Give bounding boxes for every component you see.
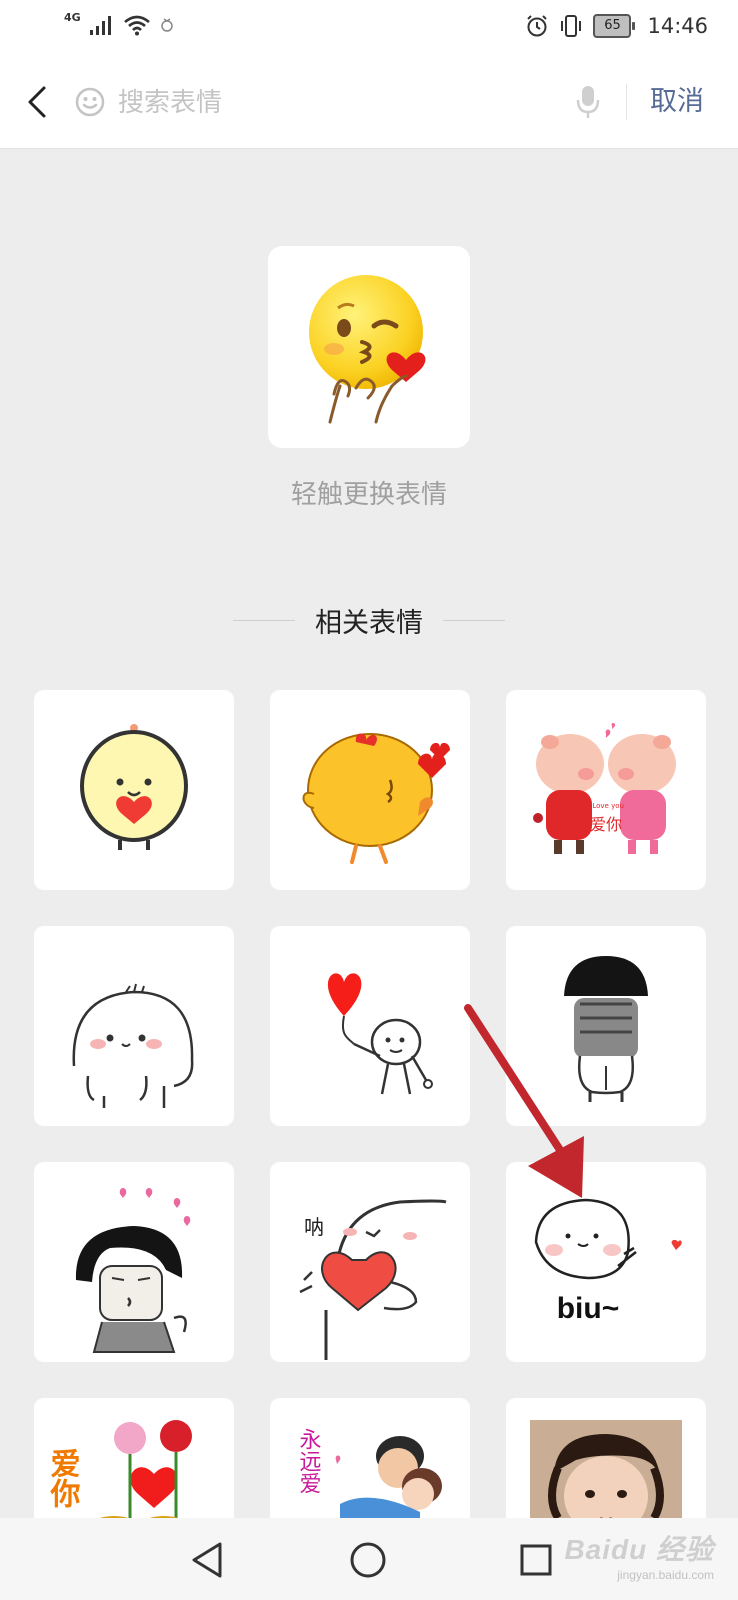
bun-heart-sticker: 呐 [299,1199,447,1360]
search-input[interactable] [116,80,560,126]
nav-recents-square-icon[interactable] [514,1538,558,1582]
mushroom-head-back-sticker [564,956,648,1102]
featured-hint: 轻触更换表情 [290,480,447,510]
sticker-cell[interactable]: I Love you 爱你 [506,690,706,890]
sticker-cell[interactable] [270,690,470,890]
yellow-blob-heart-sticker [80,724,188,850]
bun-shy-sticker [72,983,194,1108]
search-header: 取消 [0,58,738,149]
sticker-text-love-roses: 爱你 [45,1448,82,1508]
baidu-watermark: Baidu 经验 jingyan.baidu.com [564,1528,714,1582]
status-left: 4G [64,10,175,36]
status-right: 65 14:46 [525,14,708,38]
wifi-icon [123,15,150,36]
clock-time: 14:46 [647,14,708,38]
featured-sticker[interactable] [268,246,470,448]
sticker-cell[interactable]: biu~ [506,1162,706,1362]
signal-icon [89,16,111,35]
sticker-text-love: 爱你 [590,815,622,834]
battery-indicator: 65 [593,14,636,38]
sticker-text-biu: biu~ [557,1292,620,1325]
stickman-balloon-sticker [327,973,433,1095]
header-divider [626,84,627,120]
cancel-button[interactable]: 取消 [650,82,704,122]
back-arrow-icon[interactable] [20,82,56,122]
related-section-header: 相关表情 [0,600,738,640]
sticker-text-small: I Love you [588,802,624,810]
chick-hearts-sticker [302,733,450,864]
vibrate-icon [561,15,582,37]
kiss-wink-emoji-icon [309,275,426,424]
sticker-text-na: 呐 [304,1215,324,1239]
sticker-text-forever-love: 永远爱 [296,1428,322,1494]
watermark-sub: jingyan.baidu.com [617,1568,714,1582]
pig-kiss-sticker: I Love you 爱你 [533,723,676,854]
watermark-main: Baidu 经验 [564,1534,714,1565]
notification-icon [160,18,173,32]
status-bar: 4G 65 14:46 [0,0,738,58]
microphone-icon[interactable] [576,84,600,120]
nav-back-triangle-icon[interactable] [186,1538,230,1582]
sticker-cell[interactable] [270,926,470,1126]
section-title: 相关表情 [315,607,423,639]
smiley-icon [75,87,105,117]
sticker-cell[interactable] [34,926,234,1126]
divider-line-left [233,619,295,621]
nav-home-circle-icon[interactable] [346,1538,390,1582]
related-sticker-grid: I Love you 爱你 呐 biu~ 爱你 永远爱 [34,690,706,1598]
mushroom-kiss-sticker [75,1188,191,1353]
sticker-cell[interactable]: 呐 [270,1162,470,1362]
sticker-cell[interactable] [506,926,706,1126]
bun-biu-sticker: biu~ [534,1198,682,1325]
sticker-cell[interactable] [34,690,234,890]
network-type: 4G [64,10,81,24]
divider-line-right [443,619,505,621]
alarm-icon [527,15,548,37]
sticker-cell[interactable] [34,1162,234,1362]
